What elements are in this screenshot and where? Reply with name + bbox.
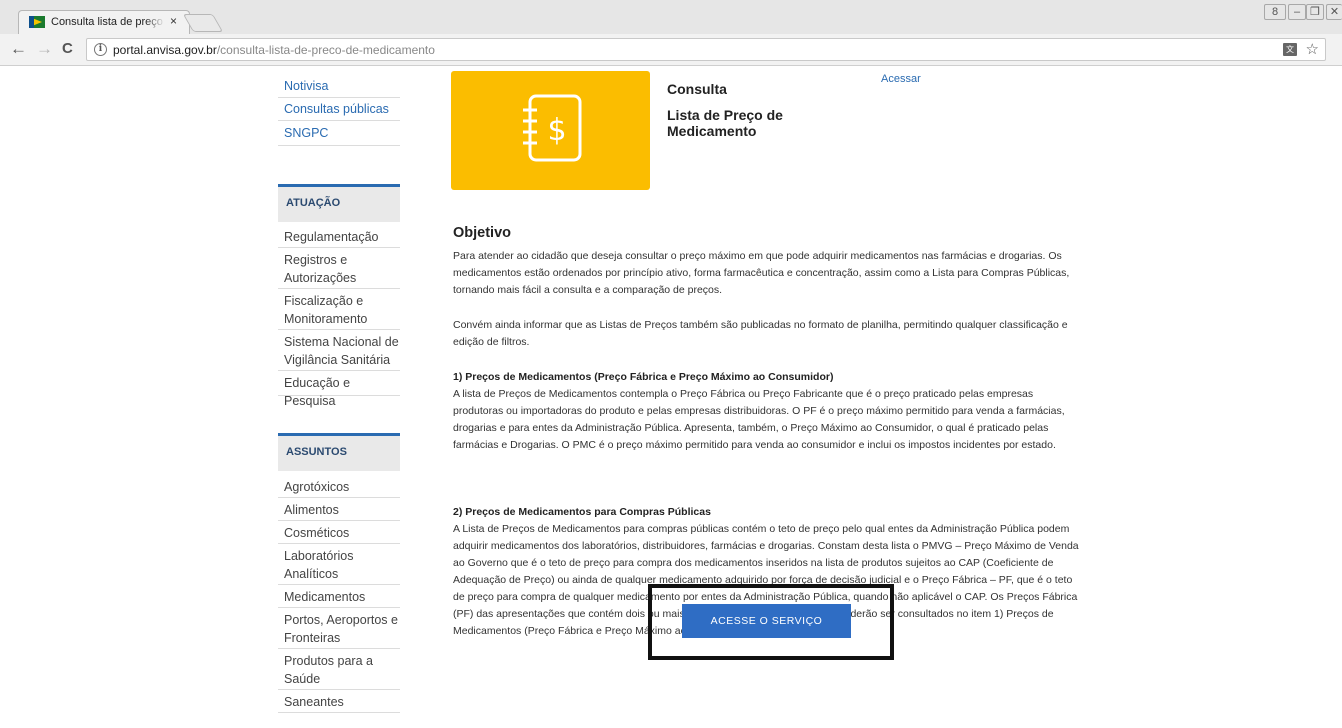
bookmark-star-icon[interactable]: ☆ — [1306, 40, 1319, 58]
sidebar-link-sngpc[interactable]: SNGPC — [278, 124, 400, 142]
sidebar-item-educacao[interactable]: Educação e Pesquisa — [278, 372, 400, 408]
sidebar-divider — [278, 145, 400, 146]
close-window-icon[interactable]: ✕ — [1326, 4, 1342, 20]
sidebar-heading-assuntos: ASSUNTOS — [278, 433, 400, 471]
price-list-notebook-icon: $ — [523, 94, 582, 162]
back-arrow-icon[interactable]: ← — [10, 40, 27, 58]
sidebar-item-medicamentos[interactable]: Medicamentos — [278, 586, 400, 608]
address-bar[interactable]: i portal.anvisa.gov.br/consulta-lista-de… — [86, 38, 1326, 61]
acesse-o-servico-button[interactable]: ACESSE O SERVIÇO — [682, 604, 851, 638]
page-title: Lista de Preço de Medicamento — [667, 107, 783, 139]
sidebar-item-registros[interactable]: Registros e Autorizações — [278, 249, 400, 289]
sidebar-divider — [278, 97, 400, 98]
service-category-label: Consulta — [667, 81, 727, 97]
tab-title-fade — [145, 13, 165, 31]
sidebar-item-regulamentacao[interactable]: Regulamentação — [278, 226, 400, 248]
sidebar-link-notivisa[interactable]: Notivisa — [278, 77, 400, 95]
section-1-title: 1) Preços de Medicamentos (Preço Fábrica… — [453, 371, 834, 383]
sidebar-heading-atuacao: ATUAÇÃO — [278, 184, 400, 222]
objetivo-heading: Objetivo — [453, 225, 512, 241]
sidebar-link-consultas-publicas[interactable]: Consultas públicas — [278, 100, 400, 118]
sidebar-item-saneantes[interactable]: Saneantes — [278, 691, 400, 713]
sidebar-item-laboratorios[interactable]: Laboratórios Analíticos — [278, 545, 400, 585]
sidebar-item-produtos-saude[interactable]: Produtos para a Saúde — [278, 650, 400, 690]
objetivo-paragraph-2: Convém ainda informar que as Listas de P… — [453, 319, 1068, 348]
forward-arrow-icon[interactable]: → — [36, 40, 53, 58]
restore-icon[interactable]: ❐ — [1306, 4, 1324, 20]
browser-tab[interactable]: Consulta lista de preço d × — [18, 10, 190, 34]
sidebar-item-agrotoxicos[interactable]: Agrotóxicos — [278, 476, 400, 498]
section-1-text: A lista de Preços de Medicamentos contem… — [453, 388, 1065, 451]
sidebar-item-portos[interactable]: Portos, Aeroportos e Fronteiras — [278, 609, 400, 649]
sidebar-item-alimentos[interactable]: Alimentos — [278, 499, 400, 521]
url-text: portal.anvisa.gov.br/consulta-lista-de-p… — [113, 43, 435, 57]
service-hero-tile: $ — [451, 71, 650, 190]
sidebar-divider — [278, 120, 400, 121]
url-path: /consulta-lista-de-preco-de-medicamento — [216, 43, 435, 57]
acessar-link[interactable]: Acessar — [881, 73, 921, 85]
browser-tab-strip: Consulta lista de preço d × 8 – ❐ ✕ — [0, 0, 1342, 34]
section-2-title: 2) Preços de Medicamentos para Compras P… — [453, 506, 711, 518]
minimize-icon[interactable]: – — [1288, 4, 1306, 20]
translate-icon[interactable]: 文 — [1283, 43, 1297, 56]
objetivo-paragraph-1: Para atender ao cidadão que deseja consu… — [453, 250, 1070, 296]
browser-toolbar: ← → C i portal.anvisa.gov.br/consulta-li… — [0, 34, 1342, 66]
user-profile-icon[interactable]: 8 — [1264, 4, 1286, 20]
page-viewport: Notivisa Consultas públicas SNGPC ATUAÇÃ… — [0, 67, 1342, 728]
sidebar-item-fiscalizacao[interactable]: Fiscalização e Monitoramento — [278, 290, 400, 330]
sidebar-item-snvs[interactable]: Sistema Nacional de Vigilância Sanitária — [278, 331, 400, 371]
svg-text:$: $ — [547, 113, 566, 148]
anvisa-favicon-icon — [29, 16, 45, 28]
url-host: portal.anvisa.gov.br — [113, 43, 217, 57]
tab-close-icon[interactable]: × — [170, 14, 177, 28]
sidebar-item-cosmeticos[interactable]: Cosméticos — [278, 522, 400, 544]
reload-icon[interactable]: C — [62, 40, 73, 58]
site-info-icon[interactable]: i — [94, 43, 107, 56]
section-1: 1) Preços de Medicamentos (Preço Fábrica… — [453, 369, 1085, 454]
